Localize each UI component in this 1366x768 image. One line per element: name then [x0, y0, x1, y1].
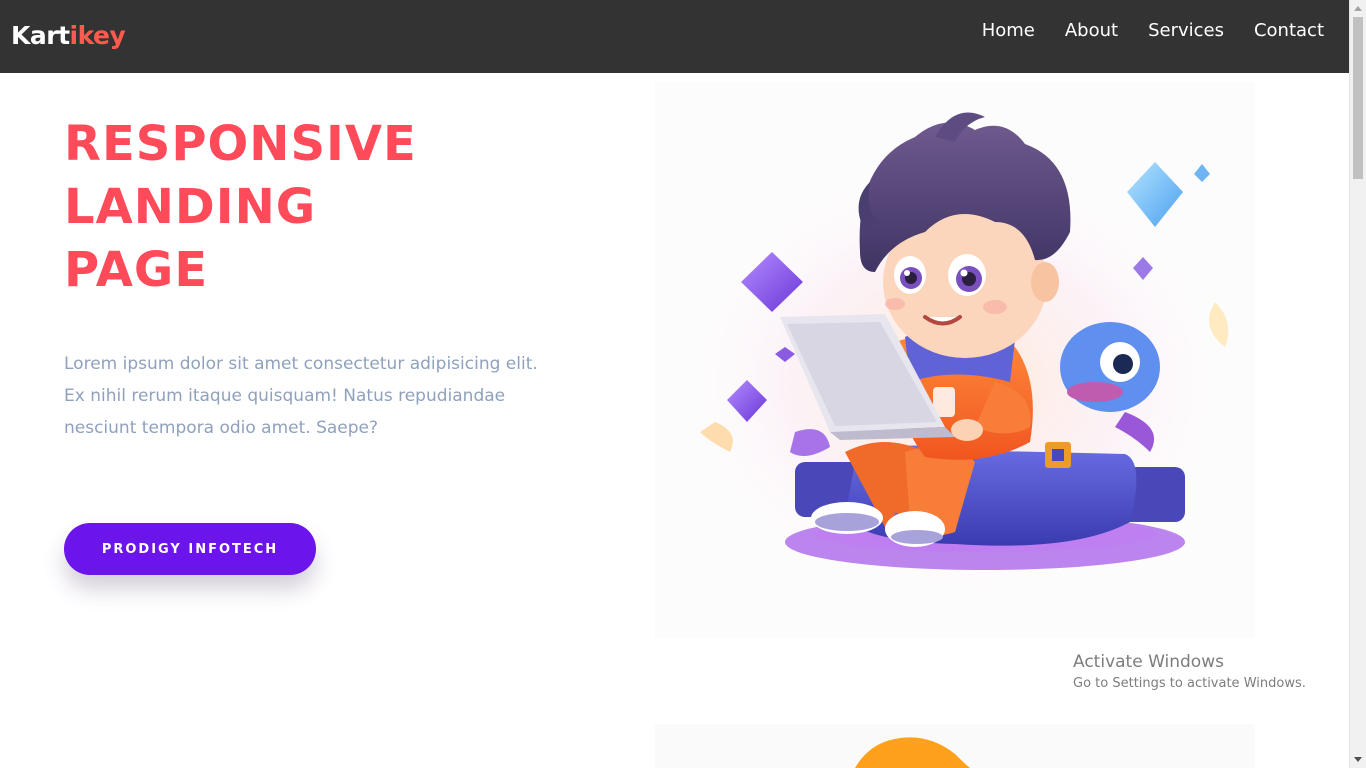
watermark-subtitle: Go to Settings to activate Windows.: [1073, 676, 1306, 691]
secondary-illustration-blob-icon: [855, 737, 970, 768]
scrollbar-thumb[interactable]: [1353, 17, 1363, 179]
scroll-down-arrow-icon[interactable]: [1354, 757, 1362, 762]
windows-activation-watermark: Activate Windows Go to Settings to activ…: [1073, 651, 1306, 695]
hero-title-line-2: LANDING: [64, 179, 317, 235]
nav-link-about[interactable]: About: [1065, 19, 1118, 43]
vertical-scrollbar[interactable]: [1349, 0, 1366, 768]
hero-illustration-boy-with-laptop-icon: [655, 82, 1255, 638]
watermark-title: Activate Windows: [1073, 652, 1224, 672]
secondary-illustration: [655, 724, 1255, 768]
scroll-up-arrow-icon[interactable]: [1354, 6, 1362, 11]
nav-links: Home About Services Contact: [952, 19, 1324, 43]
nav-link-home[interactable]: Home: [982, 19, 1035, 43]
brand-logo[interactable]: Kartikey: [11, 19, 126, 53]
navbar: Kartikey Home About Services Contact: [0, 0, 1349, 73]
page: Kartikey Home About Services Contact RES…: [0, 0, 1366, 768]
hero-title: RESPONSIVE LANDING PAGE: [64, 113, 584, 302]
hero-description: Lorem ipsum dolor sit amet consectetur a…: [64, 354, 538, 438]
nav-link-contact[interactable]: Contact: [1254, 19, 1324, 43]
hero-title-line-3: PAGE: [64, 242, 209, 298]
brand-logo-part1: Kart: [11, 21, 70, 50]
nav-link-services[interactable]: Services: [1148, 19, 1224, 43]
brand-logo-part2: ikey: [69, 21, 126, 50]
prodigy-infotech-button[interactable]: PRODIGY INFOTECH: [64, 523, 316, 575]
hero-title-line-1: RESPONSIVE: [64, 116, 417, 172]
hero-illustration: [655, 82, 1255, 638]
